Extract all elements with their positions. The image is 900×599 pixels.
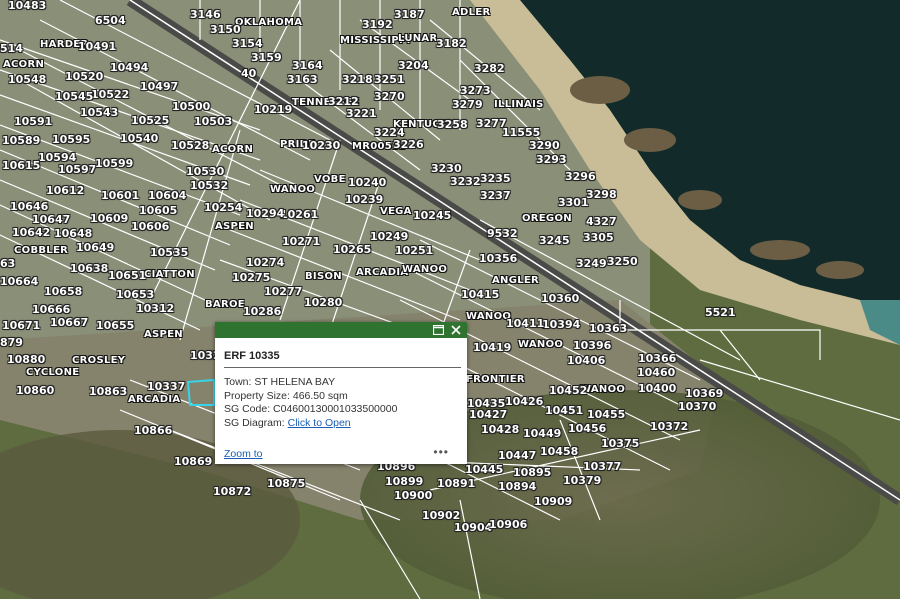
- property-size-label: Property Size:: [224, 389, 290, 402]
- property-size-value: 466.50 sqm: [292, 389, 348, 402]
- popup-fields: Town: ST HELENA BAY Property Size: 466.5…: [224, 376, 397, 430]
- parcel-popup[interactable]: ERF 10335 Town: ST HELENA BAY Property S…: [215, 322, 467, 464]
- maximize-icon[interactable]: [431, 323, 445, 337]
- town-label: Town:: [224, 376, 252, 388]
- aerial-map[interactable]: [0, 0, 900, 599]
- sg-diagram-row: SG Diagram: Click to Open: [224, 417, 397, 431]
- town-row: Town: ST HELENA BAY: [224, 376, 397, 390]
- sg-code-label: SG Code:: [224, 403, 271, 415]
- popup-header: [215, 322, 467, 338]
- sg-code-row: SG Code: C04600130001033500000: [224, 403, 397, 417]
- property-size-row: Property Size: 466.50 sqm: [224, 390, 397, 404]
- town-value: ST HELENA BAY: [254, 376, 336, 388]
- close-icon[interactable]: [449, 323, 463, 337]
- more-options-button[interactable]: •••: [433, 445, 449, 459]
- divider: [224, 367, 461, 368]
- sg-code-value: C04600130001033500000: [273, 403, 398, 415]
- popup-title: ERF 10335: [224, 350, 280, 362]
- sg-diagram-label: SG Diagram:: [224, 416, 285, 429]
- zoom-to-link[interactable]: Zoom to: [224, 448, 263, 460]
- sg-diagram-link[interactable]: Click to Open: [288, 417, 351, 429]
